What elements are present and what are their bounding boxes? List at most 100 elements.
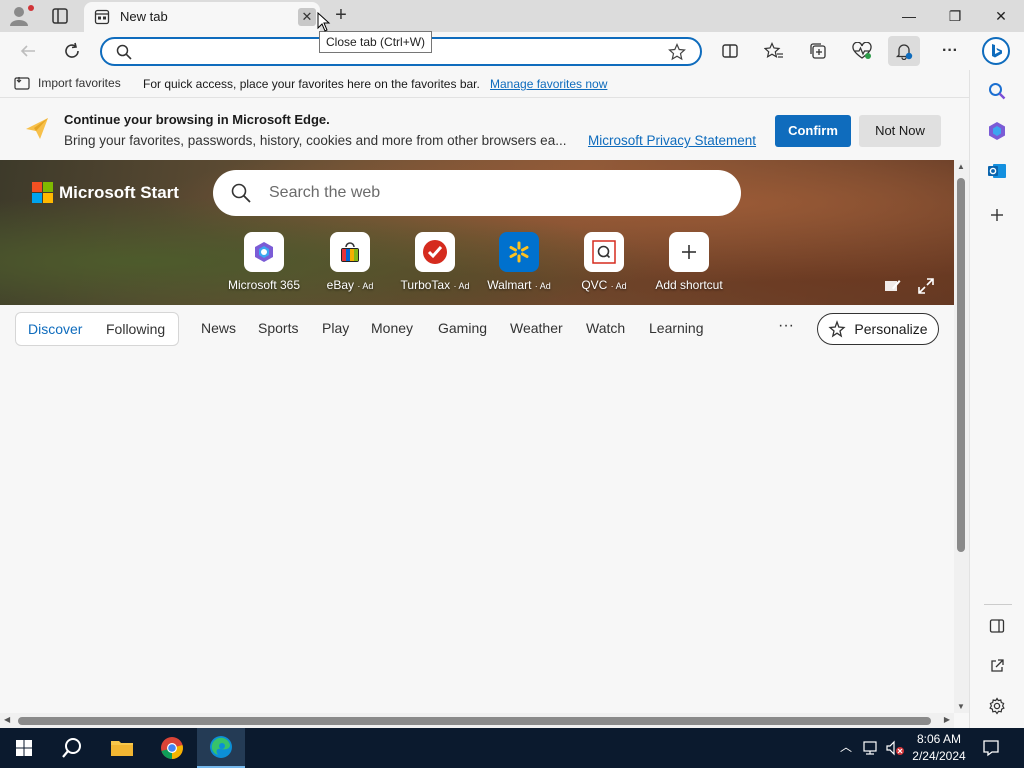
edge-sidebar — [969, 70, 1024, 728]
shortcut-add[interactable]: Add shortcut — [644, 232, 734, 292]
scroll-up-arrow-icon[interactable]: ▲ — [957, 162, 965, 171]
outlook-icon — [988, 164, 1006, 178]
refresh-button[interactable] — [56, 36, 88, 66]
favorites-icon — [764, 42, 783, 59]
open-external-icon — [991, 659, 1004, 672]
nav-item-learning[interactable]: Learning — [649, 320, 704, 336]
volume-muted-icon[interactable] — [885, 740, 905, 756]
edit-background-icon[interactable] — [882, 276, 902, 296]
scroll-down-arrow-icon[interactable]: ▼ — [957, 702, 965, 711]
not-now-button[interactable]: Not Now — [859, 115, 941, 147]
horizontal-scrollbar[interactable]: ◀ ▶ — [0, 713, 954, 728]
heart-pulse-icon — [852, 42, 872, 59]
show-hidden-icons-chevron-icon[interactable]: ︿ — [840, 738, 852, 755]
sidebar-office-button[interactable] — [984, 118, 1010, 144]
folder-icon — [111, 741, 133, 756]
nav-item-play[interactable]: Play — [322, 320, 349, 336]
notification-center-icon[interactable] — [982, 739, 1000, 757]
network-icon[interactable] — [862, 740, 880, 756]
ebay-bag-icon — [341, 242, 359, 262]
nav-item-sports[interactable]: Sports — [258, 320, 298, 336]
sidebar-settings-button[interactable] — [984, 693, 1010, 719]
shortcut-microsoft-365[interactable]: Microsoft 365 — [219, 232, 309, 292]
restore-button[interactable]: ❐ — [932, 0, 978, 32]
personalize-label: Personalize — [854, 321, 928, 337]
nav-item-gaming[interactable]: Gaming — [438, 320, 487, 336]
shortcut-name: Add shortcut — [655, 278, 723, 292]
shortcut-ebay[interactable]: eBay · Ad — [305, 232, 395, 292]
tab-strip: New tab ✕ + — ❐ ✕ — [0, 0, 1024, 32]
shortcut-label: Add shortcut — [644, 278, 734, 292]
shortcut-walmart[interactable]: Walmart · Ad — [474, 232, 564, 292]
plus-icon — [682, 245, 696, 259]
shortcut-name: Microsoft 365 — [227, 278, 301, 292]
import-banner: Continue your browsing in Microsoft Edge… — [0, 103, 969, 160]
shortcut-turbotax[interactable]: TurboTax · Ad — [390, 232, 480, 292]
sparkle-star-icon — [828, 320, 846, 338]
import-favorites-button[interactable]: Import favorites — [14, 76, 121, 90]
profile-button[interactable] — [8, 4, 36, 28]
vertical-scroll-thumb[interactable] — [957, 178, 965, 552]
close-tab-button[interactable]: ✕ — [298, 8, 316, 26]
chrome-button[interactable] — [148, 728, 196, 768]
web-search-input[interactable] — [269, 182, 709, 204]
search-icon — [231, 183, 251, 203]
shortcut-label: Walmart · Ad — [474, 278, 564, 292]
edge-button[interactable] — [197, 728, 245, 768]
add-favorite-star-icon[interactable] — [668, 43, 686, 61]
settings-more-button[interactable]: ··· — [934, 36, 966, 66]
web-search-box[interactable] — [213, 170, 741, 216]
microsoft-start-logo[interactable]: Microsoft Start — [32, 182, 179, 203]
personalize-button[interactable]: Personalize — [817, 313, 939, 345]
import-favorites-label: Import favorites — [38, 76, 121, 90]
taskbar-search-button[interactable] — [48, 728, 96, 768]
system-clock[interactable]: 8:06 AM 2/24/2024 — [906, 731, 972, 765]
sidebar-search-button[interactable] — [984, 78, 1010, 104]
sidebar-add-button[interactable] — [984, 202, 1010, 228]
shortcut-tile — [244, 232, 284, 272]
scroll-right-arrow-icon[interactable]: ▶ — [944, 715, 950, 724]
vertical-scrollbar[interactable]: ▲ ▼ — [954, 160, 969, 713]
tab-following[interactable]: Following — [106, 321, 165, 337]
horizontal-scroll-thumb[interactable] — [18, 717, 931, 725]
walmart-spark-icon — [509, 241, 529, 263]
tab-new-tab[interactable]: New tab ✕ — [84, 2, 320, 32]
browser-essentials-button[interactable] — [846, 36, 878, 66]
tab-discover[interactable]: Discover — [28, 321, 82, 337]
shortcut-tile — [499, 232, 539, 272]
nav-more-button[interactable]: ··· — [778, 317, 794, 335]
privacy-statement-link[interactable]: Microsoft Privacy Statement — [588, 133, 756, 148]
shortcut-name: Walmart — [487, 278, 532, 292]
nav-item-watch[interactable]: Watch — [586, 320, 625, 336]
notifications-button[interactable] — [888, 36, 920, 66]
expand-icon[interactable] — [916, 276, 936, 296]
confirm-button[interactable]: Confirm — [775, 115, 851, 147]
ad-badge: · Ad — [357, 281, 374, 291]
split-screen-button[interactable] — [714, 36, 746, 66]
copilot-button[interactable] — [980, 36, 1012, 66]
banner-description: Bring your favorites, passwords, history… — [64, 133, 567, 148]
scroll-left-arrow-icon[interactable]: ◀ — [4, 715, 10, 724]
start-button[interactable] — [0, 728, 48, 768]
nav-item-weather[interactable]: Weather — [510, 320, 563, 336]
nav-item-money[interactable]: Money — [371, 320, 413, 336]
file-explorer-button[interactable] — [98, 728, 146, 768]
close-window-button[interactable]: ✕ — [978, 0, 1024, 32]
sidebar-open-external-button[interactable] — [984, 653, 1010, 679]
banner-title: Continue your browsing in Microsoft Edge… — [64, 112, 330, 127]
back-button[interactable] — [12, 36, 44, 66]
sidebar-hide-button[interactable] — [984, 613, 1010, 639]
favorites-button[interactable] — [758, 36, 790, 66]
manage-favorites-link[interactable]: Manage favorites now — [490, 77, 607, 91]
shortcut-qvc[interactable]: QVC · Ad — [559, 232, 649, 292]
nav-item-news[interactable]: News — [201, 320, 236, 336]
bell-icon — [895, 44, 913, 60]
collections-button[interactable] — [802, 36, 834, 66]
feed-mode-toggle: Discover Following — [15, 312, 179, 346]
shortcut-label: TurboTax · Ad — [390, 278, 480, 292]
sidebar-outlook-button[interactable] — [984, 158, 1010, 184]
tab-actions-button[interactable] — [46, 4, 74, 28]
new-tab-button[interactable]: + — [328, 4, 354, 28]
shortcut-label: QVC · Ad — [559, 278, 649, 292]
minimize-button[interactable]: — — [886, 0, 932, 32]
